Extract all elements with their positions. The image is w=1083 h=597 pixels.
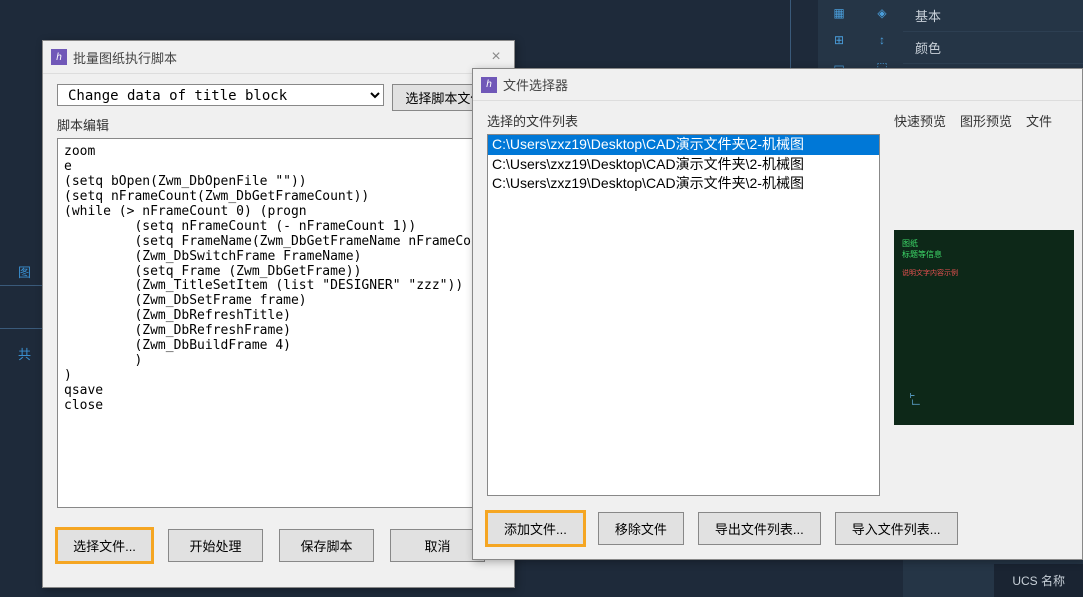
close-icon[interactable]: × xyxy=(486,47,506,67)
file-item[interactable]: C:\Users\zxz19\Desktop\CAD演示文件夹\2-机械图 xyxy=(488,155,879,175)
bg-label-2: 共 xyxy=(18,344,31,363)
export-list-button[interactable]: 导出文件列表... xyxy=(698,512,821,545)
tool-icon-1[interactable]: ▦ xyxy=(818,0,860,26)
app-icon: h xyxy=(481,77,497,93)
script-template-select[interactable]: Change data of title block xyxy=(57,84,384,106)
preview-canvas: 图纸标题等信息 说明文字内容示例 ⊢└─ xyxy=(894,230,1074,425)
tab-drawing-preview[interactable]: 图形预览 xyxy=(960,111,1012,130)
editor-label: 脚本编辑 xyxy=(57,115,500,134)
file-list[interactable]: C:\Users\zxz19\Desktop\CAD演示文件夹\2-机械图 C:… xyxy=(487,134,880,496)
import-list-button[interactable]: 导入文件列表... xyxy=(835,512,958,545)
select-files-button[interactable]: 选择文件... xyxy=(57,529,152,562)
file-list-label: 选择的文件列表 xyxy=(487,111,880,130)
file-selector-dialog: h 文件选择器 选择的文件列表 C:\Users\zxz19\Desktop\C… xyxy=(472,68,1083,560)
start-process-button[interactable]: 开始处理 xyxy=(168,529,263,562)
save-script-button[interactable]: 保存脚本 xyxy=(279,529,374,562)
tab-file[interactable]: 文件 xyxy=(1026,111,1052,130)
tool-icon-3[interactable]: ⊞ xyxy=(818,27,860,53)
batch-script-dialog: h 批量图纸执行脚本 × Change data of title block … xyxy=(42,40,515,588)
status-ucs-label: UCS 名称 xyxy=(1012,574,1065,588)
app-icon: h xyxy=(51,49,67,65)
file-item[interactable]: C:\Users\zxz19\Desktop\CAD演示文件夹\2-机械图 xyxy=(488,135,879,155)
preview-content: 图纸标题等信息 说明文字内容示例 ⊢└─ xyxy=(902,238,1066,417)
prop-basic[interactable]: 基本 xyxy=(903,0,1083,32)
script-editor-textarea[interactable] xyxy=(57,138,500,508)
cancel-button[interactable]: 取消 xyxy=(390,529,485,562)
remove-files-button[interactable]: 移除文件 xyxy=(598,512,684,545)
dialog1-title: 批量图纸执行脚本 xyxy=(73,48,486,67)
dialog1-titlebar[interactable]: h 批量图纸执行脚本 × xyxy=(43,41,514,74)
add-files-button[interactable]: 添加文件... xyxy=(487,512,584,545)
bg-label-1: 图 xyxy=(18,262,31,281)
tab-quick-preview[interactable]: 快速预览 xyxy=(894,111,946,130)
prop-color[interactable]: 颜色 xyxy=(903,32,1083,64)
status-bar: UCS 名称 xyxy=(994,564,1083,597)
file-item[interactable]: C:\Users\zxz19\Desktop\CAD演示文件夹\2-机械图 xyxy=(488,174,879,194)
tool-icon-2[interactable]: ◈ xyxy=(861,0,903,26)
tool-icon-4[interactable]: ↕ xyxy=(861,27,903,53)
dialog2-title: 文件选择器 xyxy=(503,75,1074,94)
dialog2-titlebar[interactable]: h 文件选择器 xyxy=(473,69,1082,101)
